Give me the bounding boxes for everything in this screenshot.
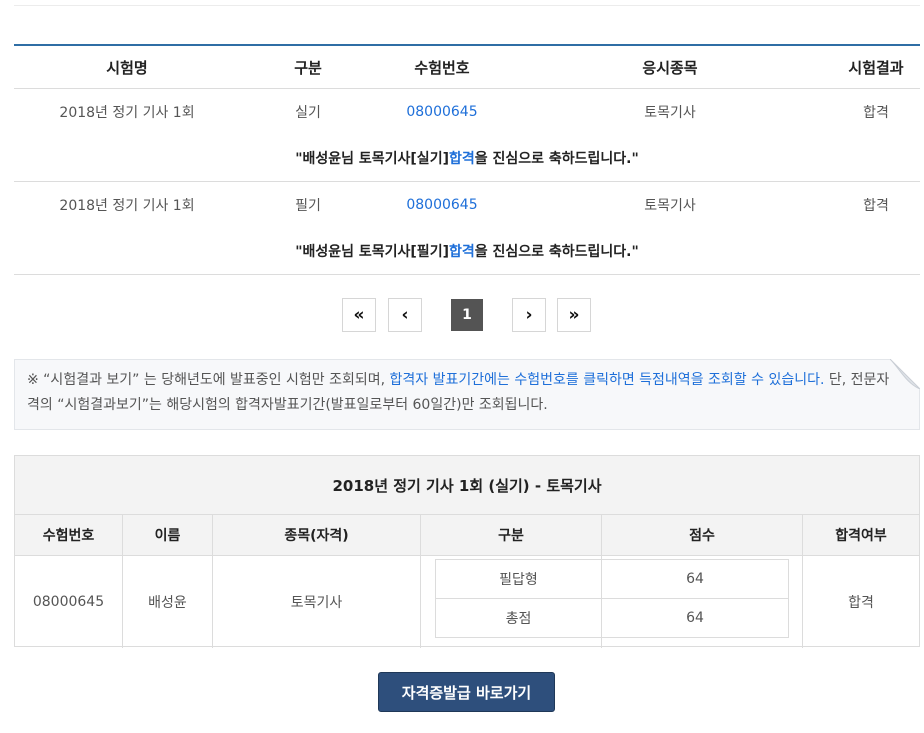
detail-result: 합격 [848, 595, 874, 611]
score-type: 총점 [436, 599, 602, 637]
score-value: 64 [686, 610, 704, 626]
last-page-button[interactable]: » [557, 298, 591, 332]
exam-number-link[interactable]: 08000645 [406, 104, 477, 120]
header-qualification: 종목(자격) [213, 515, 421, 555]
score-type: 필답형 [436, 560, 602, 598]
header-name: 이름 [123, 515, 213, 555]
header-exam-name: 시험명 [106, 58, 148, 77]
message-prefix: "배성윤님 토목기사[실기] [295, 151, 449, 167]
exam-type: 필기 [295, 198, 321, 214]
current-page-button[interactable]: 1 [451, 299, 483, 331]
header-pass: 합격여부 [835, 528, 887, 544]
notice-link: 합격자 발표기간에는 수험번호를 클릭하면 득점내역을 조회할 수 있습니다. [389, 372, 825, 388]
chevron-right-icon: › [525, 305, 533, 325]
exam-number-link[interactable]: 08000645 [406, 197, 477, 213]
congratulation-message: "배성윤님 토목기사[실기] 합격 을 진심으로 축하드립니다." [14, 135, 920, 182]
double-chevron-left-icon: « [353, 305, 365, 325]
score-breakdown: 필답형 64 총점 64 [435, 559, 789, 638]
detail-header: 수험번호 이름 종목(자격) 구분 점수 합격여부 [15, 515, 919, 556]
top-divider [14, 5, 920, 6]
results-table-header: 시험명 구분 수험번호 응시종목 시험결과 [14, 46, 920, 89]
message-highlight: 합격 [448, 151, 475, 167]
exam-name: 2018년 정기 기사 1회 [59, 105, 195, 121]
message-highlight: 합격 [448, 244, 475, 260]
detail-exam-number: 08000645 [15, 556, 123, 648]
chevron-left-icon: ‹ [401, 305, 409, 325]
exam-type: 실기 [295, 105, 321, 121]
message-suffix: 을 진심으로 축하드립니다." [474, 151, 639, 167]
exam-subject: 토목기사 [644, 198, 696, 214]
notice-part1: ※ “시험결과 보기” 는 당해년도에 발표중인 시험만 조회되며, [27, 372, 390, 388]
exam-name: 2018년 정기 기사 1회 [59, 198, 195, 214]
score-detail-table: 2018년 정기 기사 1회 (실기) - 토목기사 수험번호 이름 종목(자격… [14, 455, 920, 648]
score-row: 필답형 64 [436, 560, 788, 598]
header-type: 구분 [421, 515, 602, 555]
header-subject: 응시종목 [642, 58, 698, 77]
notice-text: ※ “시험결과 보기” 는 당해년도에 발표중인 시험만 조회되며, 합격자 발… [27, 368, 893, 418]
message-prefix: "배성윤님 토목기사[필기] [295, 244, 449, 260]
header-exam-number: 수험번호 [15, 515, 123, 555]
table-row: 2018년 정기 기사 1회 실기 08000645 토목기사 합격 [14, 89, 920, 135]
header-exam-number: 수험번호 [414, 58, 470, 77]
pagination: « ‹ 1 › » [0, 298, 924, 334]
detail-name: 배성윤 [123, 556, 213, 648]
certificate-issue-button[interactable]: 자격증발급 바로가기 [378, 672, 555, 712]
table-row: 2018년 정기 기사 1회 필기 08000645 토목기사 합격 [14, 182, 920, 228]
results-table: 시험명 구분 수험번호 응시종목 시험결과 2018년 정기 기사 1회 실기 … [14, 44, 920, 275]
next-page-button[interactable]: › [512, 298, 546, 332]
score-value: 64 [686, 571, 704, 587]
first-page-button[interactable]: « [342, 298, 376, 332]
detail-subject: 토목기사 [213, 556, 421, 648]
exam-result: 합격 [863, 105, 889, 121]
exam-subject: 토목기사 [644, 105, 696, 121]
page-curl-icon [890, 359, 920, 389]
double-chevron-right-icon: » [568, 305, 580, 325]
message-suffix: 을 진심으로 축하드립니다." [474, 244, 639, 260]
score-row: 총점 64 [436, 598, 788, 637]
congratulation-message: "배성윤님 토목기사[필기] 합격 을 진심으로 축하드립니다." [14, 228, 920, 275]
header-score: 점수 [602, 515, 803, 555]
header-type: 구분 [294, 58, 322, 77]
prev-page-button[interactable]: ‹ [388, 298, 422, 332]
notice-box: ※ “시험결과 보기” 는 당해년도에 발표중인 시험만 조회되며, 합격자 발… [14, 359, 920, 430]
exam-result: 합격 [863, 198, 889, 214]
detail-title: 2018년 정기 기사 1회 (실기) - 토목기사 [15, 456, 919, 515]
header-result: 시험결과 [848, 58, 904, 77]
